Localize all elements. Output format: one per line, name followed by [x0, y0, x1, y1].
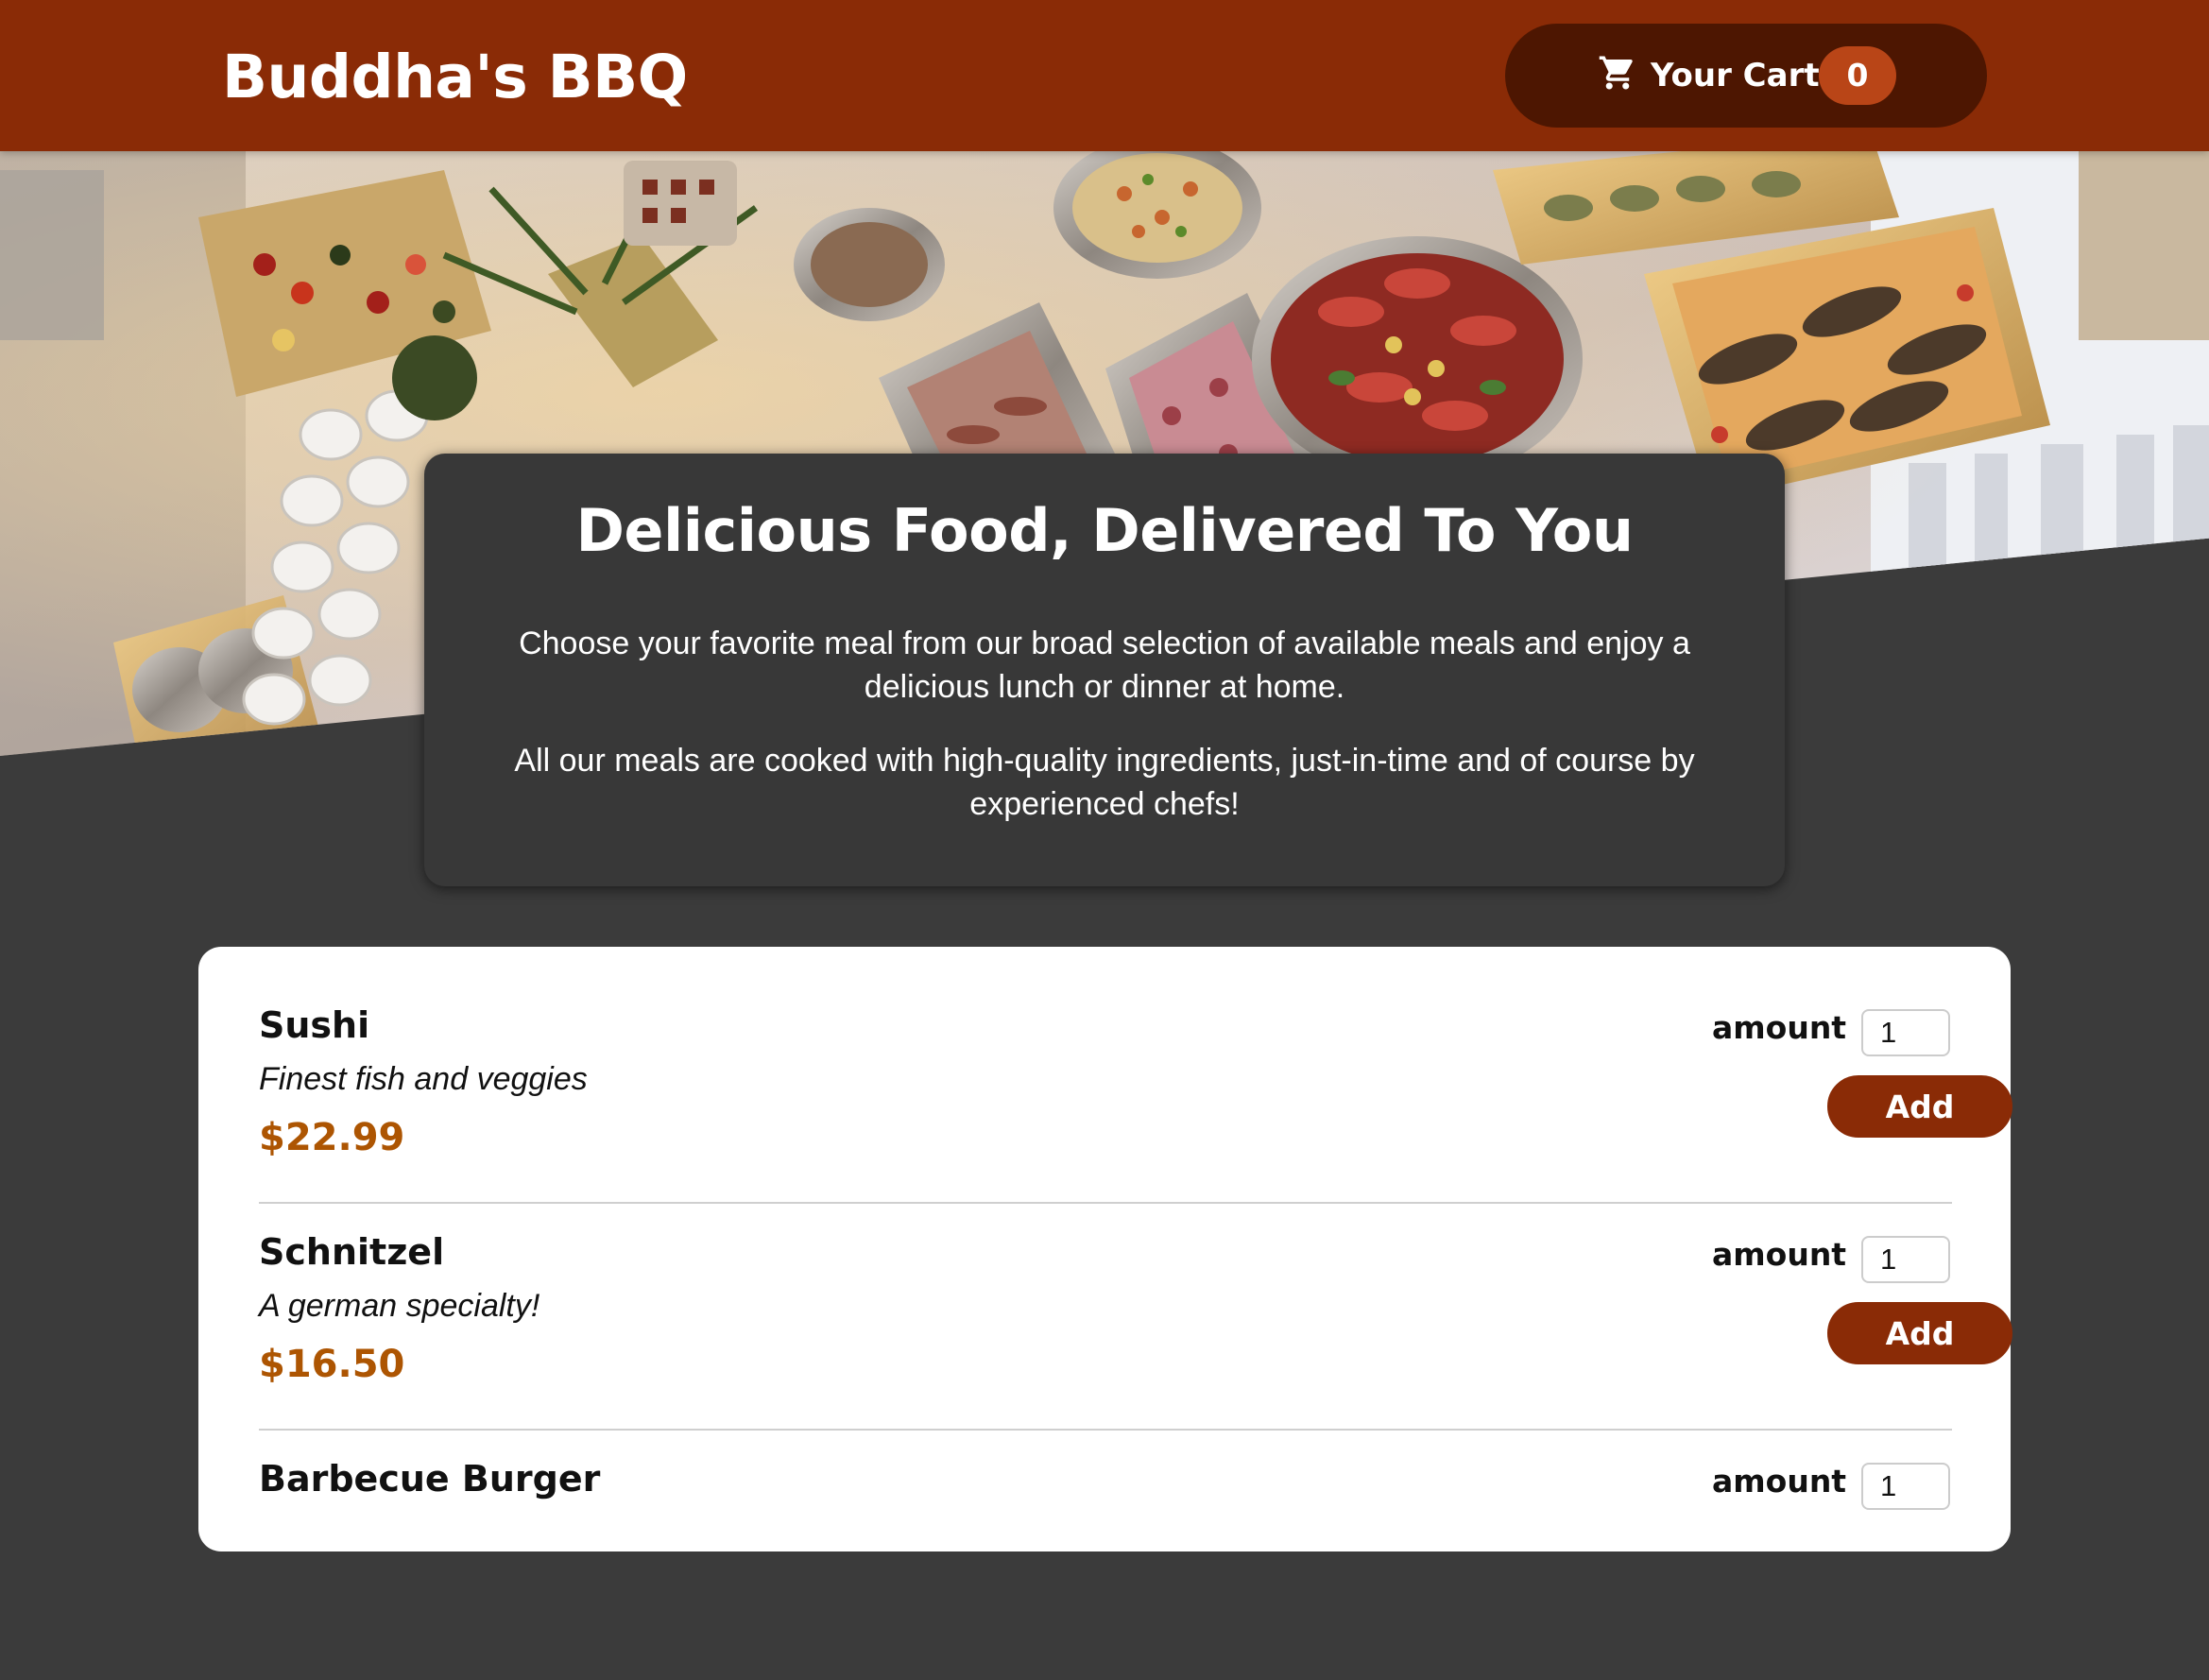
summary-paragraph: All our meals are cooked with high-quali…: [514, 743, 1695, 822]
meal-name: Sushi: [259, 1004, 370, 1046]
meal-item: Schnitzel A german specialty! $16.50 amo…: [259, 1226, 2012, 1453]
meal-item: Sushi Finest fish and veggies $22.99 amo…: [259, 1000, 2012, 1226]
divider: [259, 1429, 1952, 1431]
amount-label: amount: [1712, 1009, 1847, 1046]
add-button[interactable]: Add: [1827, 1075, 2012, 1138]
cart-button[interactable]: Your Cart 0: [1505, 24, 1987, 128]
amount-input[interactable]: [1861, 1463, 1950, 1510]
meal-name: Schnitzel: [259, 1231, 445, 1273]
meals-card: Sushi Finest fish and veggies $22.99 amo…: [198, 947, 2012, 1551]
brand-title: Buddha's BBQ: [222, 43, 688, 111]
cart-count-badge: 0: [1819, 46, 1896, 105]
amount-label: amount: [1712, 1463, 1847, 1500]
summary-card: Delicious Food, Delivered To You Choose …: [424, 454, 1785, 886]
summary-paragraph: Choose your favorite meal from our broad…: [519, 626, 1690, 705]
amount-label: amount: [1712, 1236, 1847, 1273]
cart-icon: [1598, 53, 1637, 93]
amount-input[interactable]: [1861, 1236, 1950, 1283]
cart-label: Your Cart: [1651, 57, 1820, 94]
meal-name: Barbecue Burger: [259, 1458, 601, 1500]
divider: [259, 1202, 1952, 1204]
add-button[interactable]: Add: [1827, 1302, 2012, 1364]
meal-price: $22.99: [259, 1116, 405, 1159]
meal-description: A german specialty!: [259, 1288, 540, 1324]
meal-item: Barbecue Burger amount: [259, 1453, 1952, 1680]
summary-title: Delicious Food, Delivered To You: [575, 496, 1634, 565]
meal-price: $16.50: [259, 1343, 405, 1386]
amount-input[interactable]: [1861, 1009, 1950, 1056]
app-header: Buddha's BBQ Your Cart 0: [0, 0, 2209, 151]
meal-description: Finest fish and veggies: [259, 1061, 588, 1097]
